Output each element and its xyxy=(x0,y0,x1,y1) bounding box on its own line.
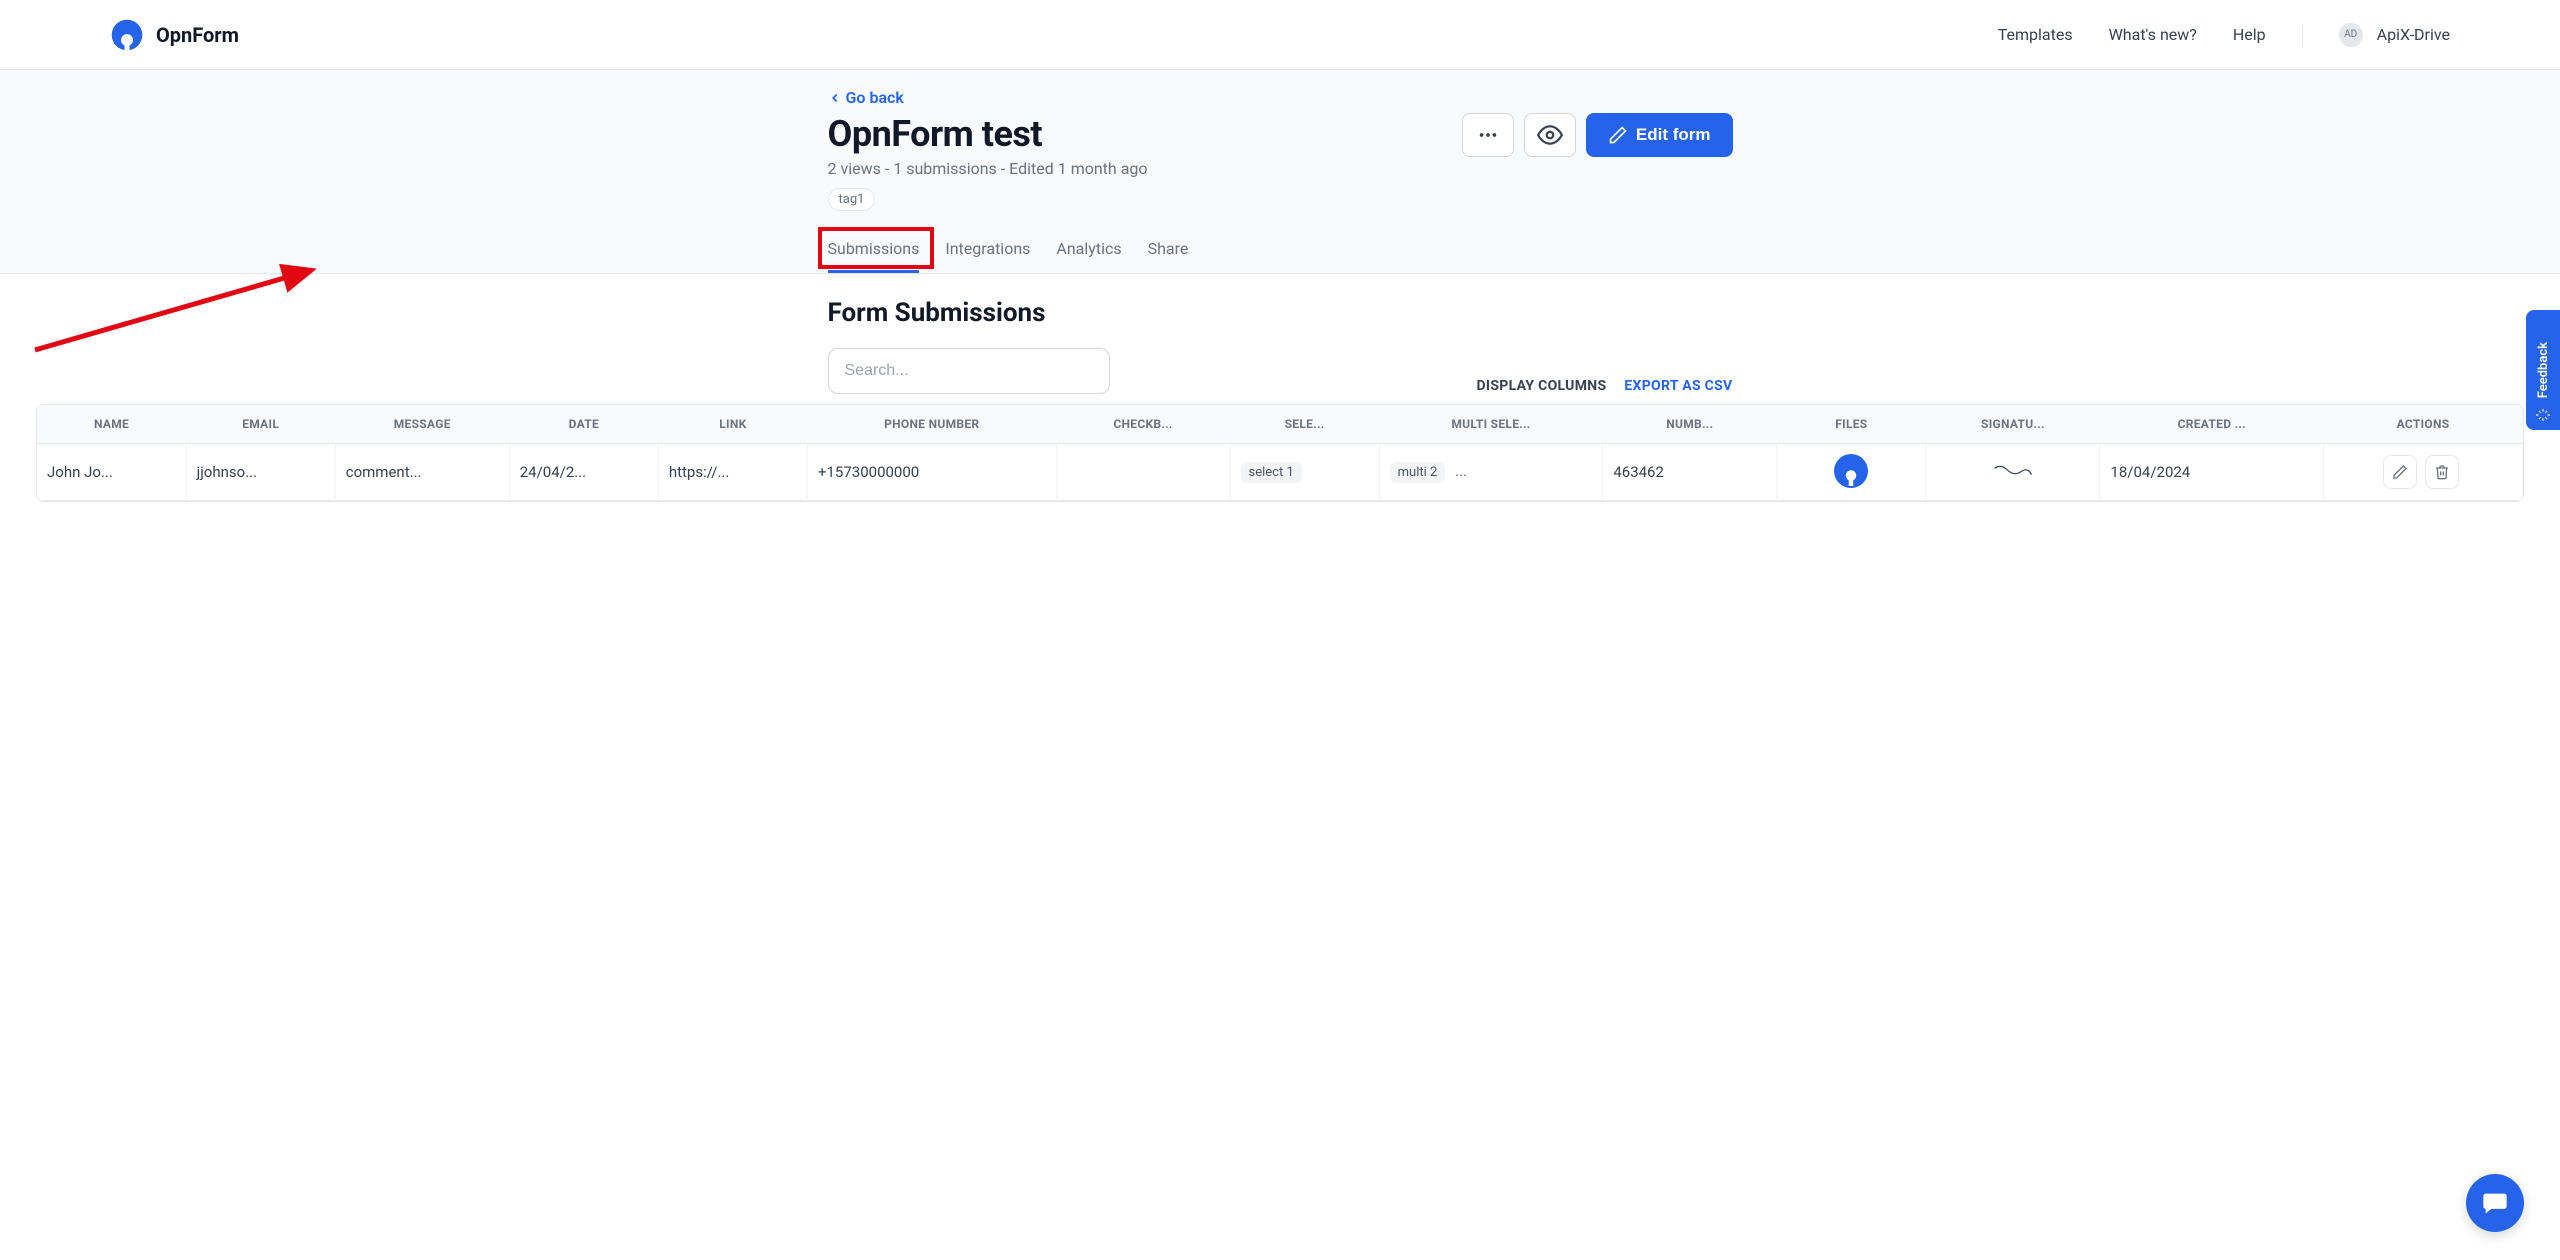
trash-icon xyxy=(2434,464,2450,480)
form-meta: 2 views - 1 submissions - Edited 1 month… xyxy=(828,159,1148,178)
tab-analytics[interactable]: Analytics xyxy=(1056,229,1121,273)
chat-bubble-icon xyxy=(2481,1189,2509,1217)
export-csv-button[interactable]: EXPORT AS CSV xyxy=(1624,378,1732,394)
avatar: AD xyxy=(2339,23,2363,47)
submissions-table: NAME EMAIL MESSAGE DATE LINK PHONE NUMBE… xyxy=(36,404,2524,502)
tab-integrations[interactable]: Integrations xyxy=(945,229,1030,273)
edit-form-label: Edit form xyxy=(1636,125,1711,145)
chevron-left-icon xyxy=(828,91,842,105)
cell-number: 463462 xyxy=(1603,444,1777,501)
go-back-link[interactable]: Go back xyxy=(828,88,1733,107)
col-signature[interactable]: SIGNATU... xyxy=(1926,405,2100,444)
nav-whats-new[interactable]: What's new? xyxy=(2109,25,2197,44)
eye-icon xyxy=(1537,122,1563,148)
col-date[interactable]: DATE xyxy=(509,405,658,444)
cell-files xyxy=(1777,444,1926,501)
tab-share[interactable]: Share xyxy=(1148,229,1189,273)
annotation-arrow xyxy=(30,255,330,355)
col-files[interactable]: FILES xyxy=(1777,405,1926,444)
section-title: Form Submissions xyxy=(828,298,1733,328)
display-columns-button[interactable]: DISPLAY COLUMNS xyxy=(1477,378,1607,394)
multi-more: ... xyxy=(1455,462,1467,480)
cell-signature xyxy=(1926,444,2100,501)
preview-button[interactable] xyxy=(1524,113,1576,157)
cell-multi: multi 2 ... xyxy=(1379,444,1603,501)
nav-help[interactable]: Help xyxy=(2233,25,2266,44)
col-message[interactable]: MESSAGE xyxy=(335,405,509,444)
tag-chip[interactable]: tag1 xyxy=(828,188,876,211)
brand-name: OpnForm xyxy=(156,23,239,47)
cell-email: jjohnso... xyxy=(186,444,335,501)
edit-row-button[interactable] xyxy=(2383,455,2417,489)
brand-logo[interactable]: OpnForm xyxy=(110,18,239,52)
go-back-label: Go back xyxy=(846,88,904,107)
feedback-tab[interactable]: Feedback xyxy=(2526,310,2560,430)
top-nav: OpnForm Templates What's new? Help AD Ap… xyxy=(0,0,2560,70)
form-header-band: Go back OpnForm test 2 views - 1 submiss… xyxy=(0,70,2560,274)
page-title: OpnForm test xyxy=(828,113,1148,155)
cell-actions xyxy=(2324,444,2523,501)
dots-horizontal-icon xyxy=(1477,124,1499,146)
col-actions[interactable]: ACTIONS xyxy=(2324,405,2523,444)
edit-form-button[interactable]: Edit form xyxy=(1586,113,1733,157)
col-link[interactable]: LINK xyxy=(658,405,807,444)
cell-link: https://... xyxy=(658,444,807,501)
cell-phone: +15730000000 xyxy=(807,444,1056,501)
nav-separator xyxy=(2302,24,2303,46)
col-number[interactable]: NUMB... xyxy=(1603,405,1777,444)
cell-date: 24/04/2... xyxy=(509,444,658,501)
delete-row-button[interactable] xyxy=(2425,455,2459,489)
nav-templates[interactable]: Templates xyxy=(1998,25,2073,44)
pencil-icon xyxy=(1608,125,1628,145)
cell-name: John Jo... xyxy=(37,444,186,501)
account-name: ApiX-Drive xyxy=(2377,25,2450,44)
feedback-label: Feedback xyxy=(2536,342,2551,398)
cell-select: select 1 xyxy=(1230,444,1379,501)
avatar-initials: AD xyxy=(2344,29,2357,40)
select-pill: select 1 xyxy=(1241,462,1302,483)
col-select[interactable]: SELE... xyxy=(1230,405,1379,444)
col-created[interactable]: CREATED ... xyxy=(2100,405,2324,444)
submissions-section: Form Submissions DISPLAY COLUMNS EXPORT … xyxy=(828,274,1733,394)
col-multi-select[interactable]: MULTI SELE... xyxy=(1379,405,1603,444)
table-header-row: NAME EMAIL MESSAGE DATE LINK PHONE NUMBE… xyxy=(37,405,2523,444)
multi-pill: multi 2 xyxy=(1390,462,1446,483)
tab-submissions[interactable]: Submissions xyxy=(828,229,920,273)
account-menu[interactable]: AD ApiX-Drive xyxy=(2339,23,2450,47)
col-phone[interactable]: PHONE NUMBER xyxy=(807,405,1056,444)
table-row[interactable]: John Jo... jjohnso... comment... 24/04/2… xyxy=(37,444,2523,501)
col-name[interactable]: NAME xyxy=(37,405,186,444)
more-actions-button[interactable] xyxy=(1462,113,1514,157)
form-tabs: Submissions Integrations Analytics Share xyxy=(828,229,1733,273)
cell-created: 18/04/2024 xyxy=(2100,444,2324,501)
col-email[interactable]: EMAIL xyxy=(186,405,335,444)
col-checkbox[interactable]: CHECKB... xyxy=(1056,405,1230,444)
opnform-logo-icon xyxy=(1836,456,1866,486)
cell-checkbox xyxy=(1056,444,1230,501)
cell-message: comment... xyxy=(335,444,509,501)
signature-icon xyxy=(1993,462,2033,478)
nav-right: Templates What's new? Help AD ApiX-Drive xyxy=(1998,23,2450,47)
chat-fab[interactable] xyxy=(2466,1174,2524,1232)
search-input[interactable] xyxy=(828,348,1110,394)
opnform-logo-icon xyxy=(110,18,144,52)
file-thumbnail[interactable] xyxy=(1834,454,1868,488)
sparkle-icon xyxy=(2536,408,2550,422)
pencil-icon xyxy=(2392,464,2408,480)
